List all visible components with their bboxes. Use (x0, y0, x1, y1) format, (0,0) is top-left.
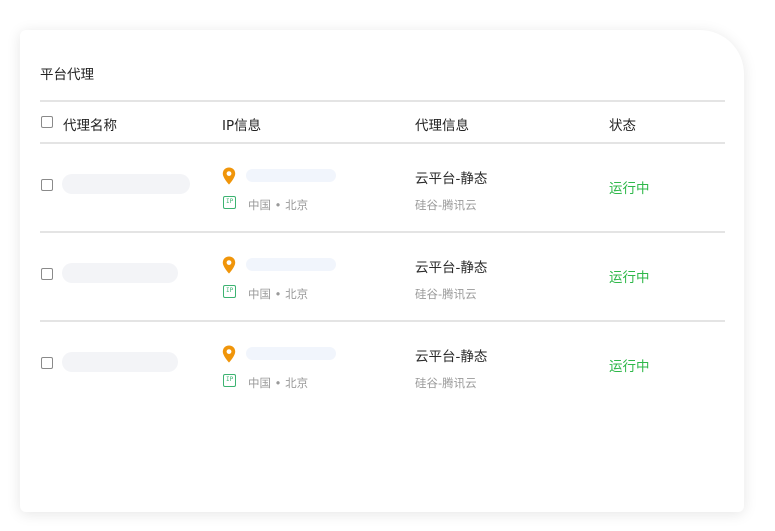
card-title: 平台代理 (40, 67, 94, 83)
proxy-provider: 硅谷-腾讯云 (415, 287, 477, 301)
proxy-type: 云平台-静态 (415, 171, 488, 187)
status-badge: 运行中 (609, 359, 650, 375)
name-placeholder (62, 263, 178, 283)
location-pin-icon (222, 167, 236, 185)
ipv-icon: IP (223, 196, 236, 209)
proxy-type: 云平台-静态 (415, 260, 488, 276)
proxy-provider: 硅谷-腾讯云 (415, 376, 477, 390)
name-placeholder (62, 352, 178, 372)
table-header: 代理名称 IP信息 代理信息 状态 (40, 100, 725, 144)
select-all-checkbox[interactable] (41, 116, 53, 128)
ip-location: 中国 • 北京 (248, 198, 309, 212)
name-placeholder (62, 174, 190, 194)
table-row[interactable]: IP 中国 • 北京 云平台-静态 硅谷-腾讯云 运行中 (40, 322, 725, 409)
proxy-type: 云平台-静态 (415, 349, 488, 365)
ipv-icon: IP (223, 285, 236, 298)
location-pin-icon (222, 345, 236, 363)
ipv-icon: IP (223, 374, 236, 387)
column-header-status: 状态 (609, 118, 636, 134)
status-badge: 运行中 (609, 270, 650, 286)
proxy-provider: 硅谷-腾讯云 (415, 198, 477, 212)
status-badge: 运行中 (609, 181, 650, 197)
ip-placeholder (246, 258, 336, 271)
ip-location: 中国 • 北京 (248, 287, 309, 301)
location-pin-icon (222, 256, 236, 274)
proxy-table: 代理名称 IP信息 代理信息 状态 IP 中国 • 北京 云平台-静态 硅谷-腾… (40, 100, 725, 409)
column-header-ip: IP信息 (222, 118, 262, 134)
table-row[interactable]: IP 中国 • 北京 云平台-静态 硅谷-腾讯云 运行中 (40, 233, 725, 322)
table-row[interactable]: IP 中国 • 北京 云平台-静态 硅谷-腾讯云 运行中 (40, 144, 725, 233)
ip-location: 中国 • 北京 (248, 376, 309, 390)
row-checkbox[interactable] (41, 357, 53, 369)
column-header-proxy: 代理信息 (415, 118, 469, 134)
row-checkbox[interactable] (41, 179, 53, 191)
row-checkbox[interactable] (41, 268, 53, 280)
ip-placeholder (246, 347, 336, 360)
proxy-card: 平台代理 代理名称 IP信息 代理信息 状态 IP 中国 • 北京 云平台-静态… (20, 30, 744, 512)
ip-placeholder (246, 169, 336, 182)
column-header-name: 代理名称 (63, 118, 117, 134)
